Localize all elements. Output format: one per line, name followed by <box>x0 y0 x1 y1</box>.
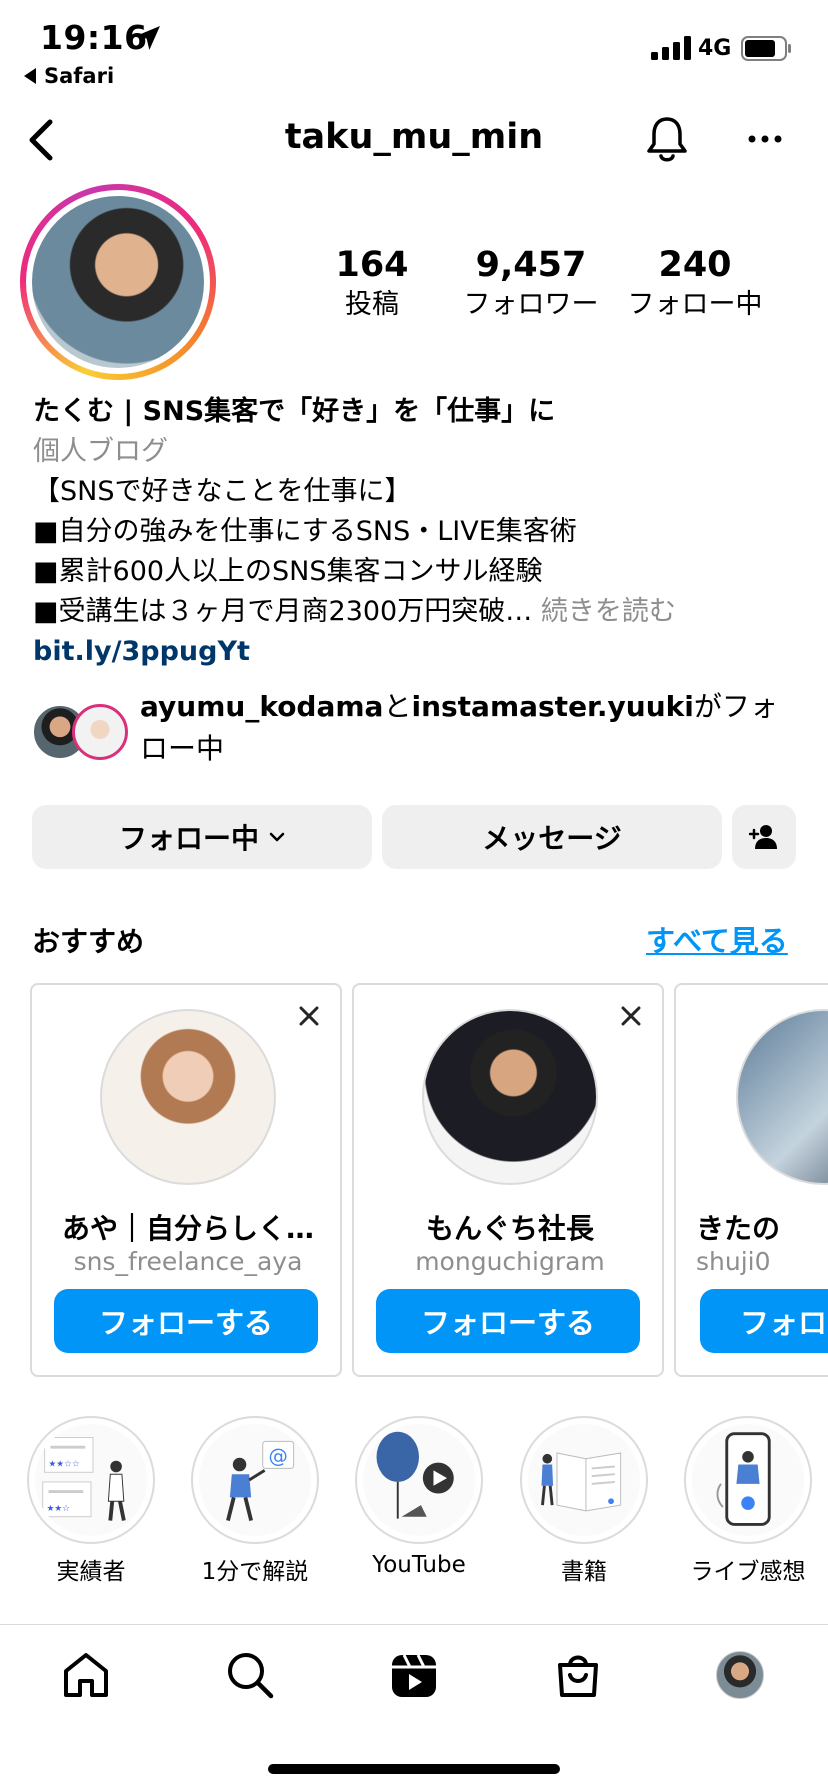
mutual-user-1: ayumu_kodama <box>140 690 384 723</box>
home-indicator[interactable] <box>268 1764 560 1774</box>
highlight-cover: ★★☆☆ ★★☆ <box>27 1416 155 1544</box>
followers-count: 9,457 <box>475 245 587 285</box>
following-button-label: フォロー中 <box>118 822 259 855</box>
suggested-handle: monguchigram <box>415 1247 605 1276</box>
avatar[interactable] <box>100 1009 276 1185</box>
avatar[interactable] <box>422 1009 598 1185</box>
mutual-followers-text[interactable]: ayumu_kodamaとinstamaster.yuukiがフォロー中 <box>140 686 800 770</box>
chevron-down-icon <box>269 832 285 842</box>
suggested-card[interactable]: もんぐち社長 monguchigram フォローする <box>352 983 664 1377</box>
profile-username: taku_mu_min <box>284 117 544 157</box>
phone-live-icon <box>692 1424 804 1536</box>
bio-read-more[interactable]: 続きを読む <box>541 596 676 627</box>
follow-button[interactable]: フォロ <box>700 1289 828 1353</box>
suggested-name: あや｜自分らしく… <box>61 1212 314 1245</box>
avatar-photo <box>32 196 204 368</box>
suggested-name: もんぐち社長 <box>425 1212 594 1245</box>
bell-icon[interactable] <box>644 114 690 164</box>
youtube-play-icon <box>363 1424 475 1536</box>
follow-button[interactable]: フォローする <box>376 1289 640 1353</box>
highlight-label: 書籍 <box>561 1559 607 1585</box>
message-button-label: メッセージ <box>482 822 622 855</box>
battery-icon <box>741 36 791 61</box>
add-user-button[interactable] <box>732 805 796 869</box>
following-label: フォロー中 <box>627 289 763 320</box>
posts-count: 164 <box>335 245 409 285</box>
home-icon[interactable] <box>60 1649 112 1701</box>
highlight-label: 実績者 <box>56 1559 126 1585</box>
highlight-item[interactable]: ★★☆☆ ★★☆ 実績者 <box>26 1416 156 1586</box>
close-icon[interactable] <box>620 1005 642 1027</box>
close-icon[interactable] <box>298 1005 320 1027</box>
email-person-icon: @ <box>199 1424 311 1536</box>
bio-link[interactable]: bit.ly/3ppugYt <box>33 632 813 672</box>
message-button[interactable]: メッセージ <box>382 805 722 869</box>
stat-following[interactable]: 240 フォロー中 <box>620 244 770 324</box>
avatar[interactable] <box>736 1009 828 1185</box>
mutual-avatars[interactable] <box>32 704 128 760</box>
highlight-label: ライブ感想 <box>690 1559 806 1585</box>
highlight-cover <box>355 1416 483 1544</box>
following-button[interactable]: フォロー中 <box>32 805 372 869</box>
bio-line: ■受講生は３ヶ月で月商2300万円突破… <box>33 596 533 627</box>
bio-line: ■累計600人以上のSNS集客コンサル経験 <box>33 556 543 587</box>
bio-line-last: ■受講生は３ヶ月で月商2300万円突破… 続きを読む <box>33 592 813 632</box>
more-icon[interactable] <box>748 134 782 144</box>
suggested-card[interactable]: きたの shuji0 フォロ <box>674 983 828 1377</box>
highlight-cover <box>520 1416 648 1544</box>
bio-name: たくむ | SNS集客で「好き」を「仕事」に <box>33 396 556 427</box>
suggested-card[interactable]: あや｜自分らしく… sns_freelance_aya フォローする <box>30 983 342 1377</box>
back-to-safari[interactable]: Safari <box>24 64 114 88</box>
stat-followers[interactable]: 9,457 フォロワー <box>456 244 606 324</box>
stat-posts[interactable]: 164 投稿 <box>312 244 432 324</box>
highlight-label: 1分で解説 <box>201 1559 309 1585</box>
bio-line: ■自分の強みを仕事にするSNS・LIVE集客術 <box>33 516 577 547</box>
posts-label: 投稿 <box>345 289 399 320</box>
suggested-handle: shuji0 <box>696 1247 771 1276</box>
following-count: 240 <box>658 245 732 285</box>
mutual-joiner: と <box>383 690 412 723</box>
bio-category: 個人ブログ <box>33 436 168 467</box>
search-icon[interactable] <box>224 1649 276 1701</box>
signal-icon <box>651 36 691 60</box>
highlight-cover: @ <box>191 1416 319 1544</box>
followers-label: フォロワー <box>463 289 599 320</box>
profile-tab-avatar[interactable] <box>716 1651 764 1699</box>
svg-text:★★☆: ★★☆ <box>47 1504 71 1514</box>
suggested-name: きたの <box>696 1212 781 1245</box>
suggested-title: おすすめ <box>32 925 145 958</box>
svg-text:★★☆☆: ★★☆☆ <box>49 1459 80 1469</box>
highlight-item[interactable]: YouTube <box>354 1416 484 1578</box>
network-type: 4G <box>698 36 732 61</box>
add-user-icon <box>749 825 777 849</box>
profile-bio: たくむ | SNS集客で「好き」を「仕事」に 個人ブログ 【SNSで好きなことを… <box>33 392 813 672</box>
profile-avatar[interactable] <box>20 184 216 380</box>
highlight-item[interactable]: @ 1分で解説 <box>190 1416 320 1586</box>
location-arrow-icon <box>136 26 160 50</box>
svg-text:@: @ <box>269 1445 288 1468</box>
bio-line: 【SNSで好きなことを仕事に】 <box>33 476 412 507</box>
back-app-label: Safari <box>44 64 115 88</box>
highlight-label: YouTube <box>372 1552 466 1578</box>
see-all-link[interactable]: すべて見る <box>646 918 788 960</box>
highlight-item[interactable]: ライブ感想 <box>683 1416 813 1586</box>
reels-icon[interactable] <box>388 1649 440 1701</box>
suggested-handle: sns_freelance_aya <box>73 1247 303 1276</box>
shop-icon[interactable] <box>552 1649 604 1701</box>
book-icon <box>528 1424 640 1536</box>
document-person-icon: ★★☆☆ ★★☆ <box>35 1424 147 1536</box>
highlight-item[interactable]: 書籍 <box>519 1416 649 1586</box>
avatar <box>72 704 128 760</box>
mutual-user-2: instamaster.yuuki <box>411 690 694 723</box>
status-bar: 19:16 Safari 4G <box>0 0 828 100</box>
follow-button[interactable]: フォローする <box>54 1289 318 1353</box>
highlight-cover <box>684 1416 812 1544</box>
